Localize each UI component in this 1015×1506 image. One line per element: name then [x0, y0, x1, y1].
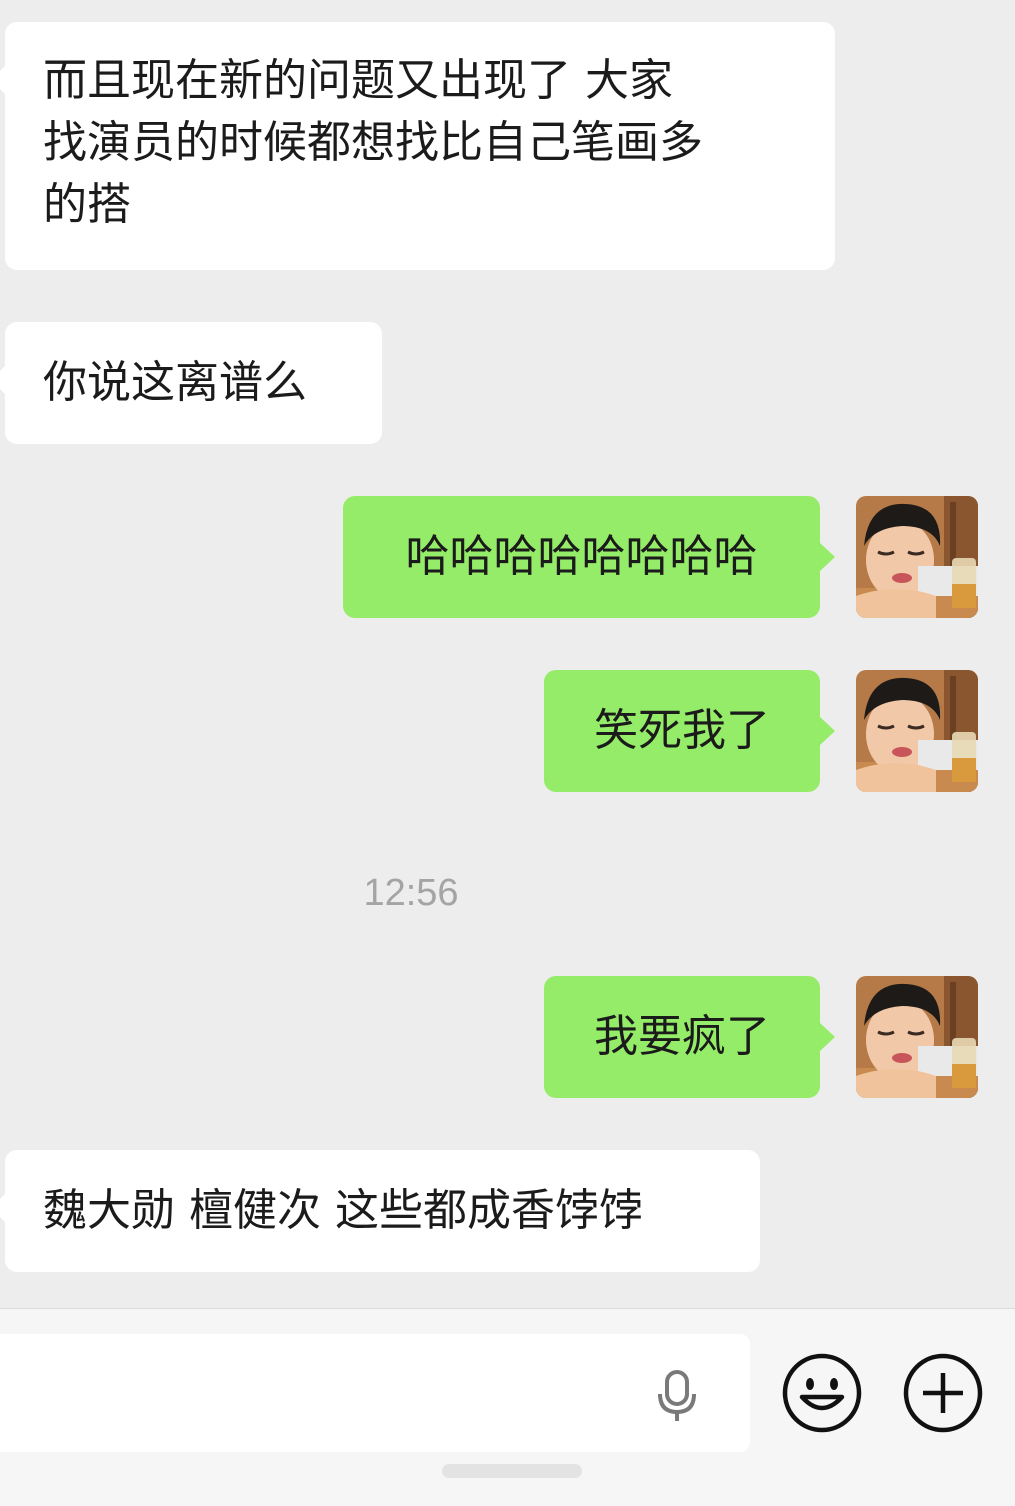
microphone-icon[interactable] [656, 1370, 698, 1422]
home-indicator [442, 1464, 582, 1478]
plus-icon[interactable] [903, 1353, 983, 1433]
message-bubble-outgoing[interactable]: 哈哈哈哈哈哈哈哈 [343, 496, 835, 618]
message-bubble-incoming[interactable]: 你说这离谱么 [0, 322, 382, 444]
message-input[interactable] [0, 1334, 750, 1452]
user-avatar[interactable] [856, 670, 978, 792]
avatar-photo-icon [856, 496, 978, 618]
avatar-photo-icon [856, 976, 978, 1098]
smiley-icon[interactable] [782, 1353, 862, 1433]
user-avatar[interactable] [856, 496, 978, 618]
message-bubble-incoming[interactable]: 而且现在新的问题又出现了 大家 找演员的时候都想找比自己笔画多 的搭 [0, 22, 835, 270]
message-bubble-outgoing[interactable]: 我要疯了 [544, 976, 835, 1098]
message-bubble-incoming[interactable]: 魏大勋 檀健次 这些都成香饽饽 [0, 1150, 760, 1272]
user-avatar[interactable] [856, 976, 978, 1098]
message-timestamp: 12:56 [363, 872, 459, 914]
avatar-photo-icon [856, 670, 978, 792]
message-bubble-outgoing[interactable]: 笑死我了 [544, 670, 835, 792]
